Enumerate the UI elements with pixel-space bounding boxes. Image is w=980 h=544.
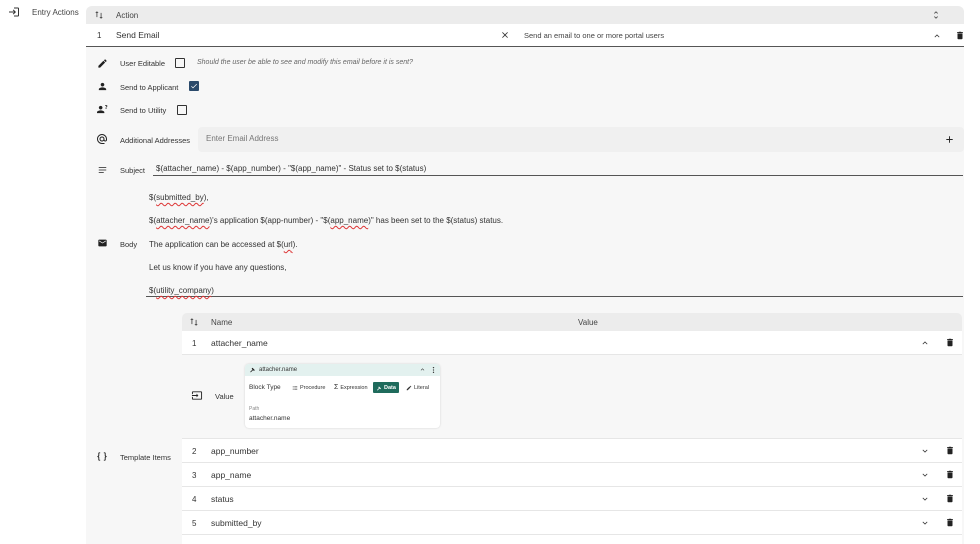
user-editable-label: User Editable [120, 59, 166, 68]
subject-input[interactable]: $(attacher_name) - $(app_number) - "$(ap… [153, 160, 963, 176]
template-item-row[interactable]: 2 app_number [182, 439, 962, 463]
chevron-down-icon[interactable] [920, 518, 930, 528]
more-vert-icon[interactable] [431, 366, 436, 374]
path-value[interactable]: attacher.name [249, 415, 290, 422]
subject-label: Subject [120, 166, 146, 175]
action-description: Send an email to one or more portal user… [524, 31, 665, 40]
template-item-name: status [211, 494, 234, 504]
subject-lines-icon [97, 165, 108, 175]
unfold-icon[interactable] [931, 9, 941, 21]
person-question-icon: ? [96, 104, 109, 115]
template-items-label: Template Items [120, 453, 171, 462]
delete-icon[interactable] [945, 469, 955, 480]
additional-addresses-input-box[interactable]: Enter Email Address [198, 127, 964, 152]
template-item-number: 4 [192, 495, 197, 504]
svg-text:?: ? [105, 105, 108, 111]
template-item-detail: Value attacher.name Block Type Procedure… [182, 355, 962, 439]
name-column-header: Name [211, 318, 233, 327]
add-address-icon[interactable] [944, 134, 955, 145]
send-to-utility-label: Send to Utility [120, 106, 167, 115]
value-card-title: attacher.name [259, 367, 298, 373]
template-item-number: 5 [192, 519, 197, 528]
body-line: $(utility_company) [149, 286, 214, 295]
sigma-icon: Σ [334, 384, 339, 391]
block-type-literal[interactable]: Literal [403, 382, 432, 393]
action-name: Send Email [116, 30, 160, 40]
clear-action-icon[interactable] [500, 30, 510, 40]
delete-icon[interactable] [945, 445, 955, 456]
value-card[interactable]: attacher.name Block Type Procedure Σ Exp… [245, 364, 440, 428]
email-address-input[interactable]: Enter Email Address [206, 134, 278, 143]
value-card-header: attacher.name [245, 364, 440, 376]
template-item-row[interactable]: 3 app_name [182, 463, 962, 487]
block-type-procedure[interactable]: Procedure [289, 382, 328, 393]
entry-actions-nav[interactable]: Entry Actions [8, 6, 79, 18]
delete-action-icon[interactable] [955, 30, 965, 41]
data-icon [249, 366, 256, 373]
template-item-name: attacher_name [211, 338, 268, 348]
template-item-row[interactable]: 4 status [182, 487, 962, 511]
send-to-applicant-checkbox[interactable] [189, 81, 199, 91]
template-item-name: app_name [211, 470, 252, 480]
template-item-number: 1 [192, 339, 197, 348]
send-to-utility-checkbox[interactable] [177, 105, 187, 115]
data-type-icon [376, 385, 382, 391]
chevron-down-icon[interactable] [920, 494, 930, 504]
pencil-icon [97, 58, 108, 69]
body-line: Let us know if you have any questions, [149, 263, 287, 272]
action-row-number: 1 [97, 31, 102, 40]
body-label: Body [120, 240, 138, 249]
curly-braces-icon [96, 451, 108, 462]
chevron-down-icon[interactable] [920, 446, 930, 456]
actions-table-header: Action [86, 6, 964, 24]
sort-icon[interactable] [94, 10, 104, 20]
user-editable-hint: Should the user be able to see and modif… [197, 59, 413, 66]
input-icon [191, 390, 203, 401]
template-item-row[interactable]: 1 attacher_name [182, 331, 962, 355]
chevron-down-icon[interactable] [920, 470, 930, 480]
pencil-small-icon [406, 385, 412, 391]
body-line: $(submitted_by), [149, 193, 209, 202]
value-column-header: Value [578, 318, 598, 327]
block-type-expression[interactable]: Σ Expression [331, 382, 371, 393]
delete-icon[interactable] [945, 493, 955, 504]
body-line: The application can be accessed at $(url… [149, 240, 298, 249]
body-textarea[interactable]: $(submitted_by), $(attacher_name)'s appl… [146, 185, 963, 297]
action-row[interactable]: 1 Send Email Send an email to one or mor… [86, 24, 964, 47]
value-label: Value [215, 392, 234, 401]
template-item-name: app_number [211, 446, 259, 456]
chevron-up-icon[interactable] [920, 338, 930, 348]
template-item-row-partial [182, 535, 962, 544]
delete-icon[interactable] [945, 337, 955, 348]
template-item-name: submitted_by [211, 518, 262, 528]
template-sort-icon[interactable] [189, 317, 199, 327]
send-to-applicant-label: Send to Applicant [120, 83, 179, 92]
template-item-number: 3 [192, 471, 197, 480]
template-table-header: Name Value [182, 313, 962, 331]
at-sign-icon [96, 133, 108, 145]
block-type-label: Block Type [249, 384, 281, 391]
body-line: $(attacher_name)'s application $(app-num… [149, 216, 504, 225]
template-item-row[interactable]: 5 submitted_by [182, 511, 962, 535]
additional-addresses-label: Additional Addresses [120, 136, 191, 145]
list-icon [292, 385, 298, 391]
login-icon [8, 6, 20, 18]
person-icon [97, 81, 108, 92]
action-column-header: Action [116, 11, 139, 20]
collapse-icon[interactable] [932, 31, 942, 41]
path-label: Path [249, 406, 260, 412]
card-collapse-icon[interactable] [419, 366, 426, 373]
template-item-number: 2 [192, 447, 197, 456]
user-editable-checkbox[interactable] [175, 58, 185, 68]
block-type-data[interactable]: Data [373, 382, 399, 393]
delete-icon[interactable] [945, 517, 955, 528]
mail-icon [97, 238, 108, 248]
nav-label: Entry Actions [32, 7, 79, 17]
subject-value: $(attacher_name) - $(app_number) - "$(ap… [156, 164, 427, 173]
